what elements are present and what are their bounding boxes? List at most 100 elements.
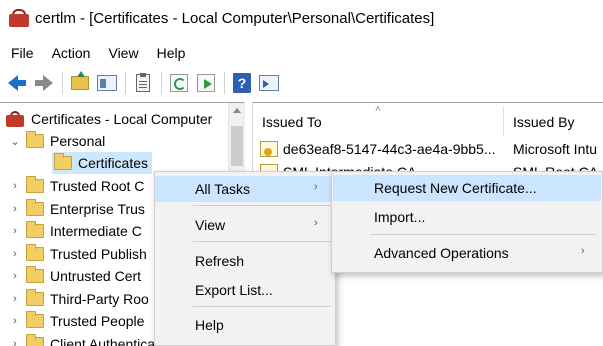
- up-one-level-button[interactable]: [69, 71, 91, 94]
- issued-to-cell: de63eaf8-5147-44c3-ae4a-9bb5...: [283, 141, 496, 157]
- expand-chevron-icon[interactable]: ›: [8, 293, 22, 305]
- tree-item-third-party-root[interactable]: › Third-Party Roo: [8, 288, 149, 310]
- tree-scroll-thumb[interactable]: [231, 126, 243, 166]
- folder-icon: [26, 244, 44, 261]
- tree-item-label: Personal: [50, 133, 106, 149]
- help-button[interactable]: ?: [231, 72, 253, 94]
- expand-chevron-icon[interactable]: ›: [8, 203, 22, 215]
- folder-icon: [26, 199, 44, 216]
- tree-item-label: Intermediate C: [50, 223, 142, 239]
- folder-icon: [26, 221, 44, 238]
- submenu-arrow-icon: ›: [314, 181, 318, 193]
- menu-view[interactable]: View: [98, 45, 146, 61]
- tree-root[interactable]: Certificates - Local Computer: [6, 108, 212, 130]
- expand-chevron-icon[interactable]: ›: [8, 248, 22, 260]
- column-header-issued-to[interactable]: Issued To: [262, 109, 322, 135]
- expand-chevron-icon[interactable]: ›: [8, 338, 22, 346]
- scroll-up-arrow-icon[interactable]: [233, 108, 241, 113]
- menu-bar: File Action View Help: [0, 42, 193, 64]
- tree-item-untrusted[interactable]: › Untrusted Cert: [8, 265, 141, 287]
- clipboard-button[interactable]: [132, 72, 154, 94]
- folder-icon: [26, 311, 44, 328]
- folder-icon: [26, 334, 44, 346]
- menu-item-view[interactable]: View: [155, 212, 335, 238]
- refresh-icon: [170, 74, 188, 92]
- tree-item-trusted-people[interactable]: › Trusted People: [8, 310, 144, 332]
- folder-icon: [26, 266, 44, 283]
- list-item[interactable]: de63eaf8-5147-44c3-ae4a-9bb5...: [260, 138, 496, 160]
- expand-chevron-icon[interactable]: ›: [8, 225, 22, 237]
- menu-item-all-tasks[interactable]: All Tasks: [155, 176, 335, 202]
- help-icon: ?: [233, 73, 251, 93]
- export-icon: [197, 74, 215, 92]
- submenu-arrow-icon: ›: [581, 245, 585, 257]
- menu-item-label: All Tasks: [195, 181, 250, 197]
- refresh-button[interactable]: [168, 72, 190, 94]
- title-bar: certlm - [Certificates - Local Computer\…: [0, 0, 603, 36]
- column-header-issued-by[interactable]: Issued By: [513, 109, 574, 135]
- expand-chevron-icon[interactable]: ›: [8, 315, 22, 327]
- issued-by-cell: Microsoft Intu: [513, 141, 598, 157]
- tree-item-label: Third-Party Roo: [50, 291, 149, 307]
- clipboard-icon: [136, 73, 150, 92]
- tree-item-label: Trusted Root C: [50, 178, 145, 194]
- menu-item-label: Request New Certificate...: [374, 180, 537, 196]
- menu-file[interactable]: File: [0, 45, 42, 61]
- back-icon: [8, 75, 26, 91]
- menu-item-refresh[interactable]: Refresh: [155, 248, 335, 274]
- tree-item-trusted-publishers[interactable]: › Trusted Publish: [8, 243, 147, 265]
- menu-item-export-list[interactable]: Export List...: [155, 277, 335, 303]
- menu-action[interactable]: Action: [42, 45, 99, 61]
- toolbar-separator: [125, 72, 126, 94]
- menu-help[interactable]: Help: [147, 45, 194, 61]
- tree-item-label: Trusted People: [50, 313, 145, 329]
- tree-item-label: Certificates: [78, 155, 149, 171]
- menu-item-import[interactable]: Import...: [333, 204, 601, 230]
- collapse-chevron-icon[interactable]: ⌄: [8, 135, 22, 148]
- menu-separator: [193, 241, 331, 242]
- expand-chevron-icon[interactable]: ›: [8, 270, 22, 282]
- back-button[interactable]: [6, 72, 28, 94]
- export-list-button[interactable]: [195, 72, 217, 94]
- menu-item-label: Import...: [374, 209, 426, 225]
- tree-item-enterprise-trust[interactable]: › Enterprise Trus: [8, 198, 145, 220]
- expand-chevron-icon[interactable]: ›: [8, 180, 22, 192]
- menu-item-label: Refresh: [195, 253, 245, 269]
- console-tree-icon: [97, 75, 117, 91]
- toolbar: ?: [0, 68, 603, 98]
- menu-item-label: Advanced Operations: [374, 245, 509, 261]
- tree-item-personal[interactable]: ⌄ Personal: [8, 130, 105, 152]
- certificate-icon: [260, 141, 278, 157]
- menu-separator: [370, 234, 596, 235]
- column-divider[interactable]: [503, 106, 504, 136]
- menu-separator: [193, 205, 331, 206]
- menu-item-label: View: [195, 217, 226, 233]
- menu-item-label: Export List...: [195, 282, 273, 298]
- tree-item-label: Enterprise Trus: [50, 201, 145, 217]
- menu-item-help[interactable]: Help: [155, 312, 335, 338]
- properties-button[interactable]: [258, 72, 280, 94]
- menu-item-request-new-certificate[interactable]: Request New Certificate...: [333, 175, 601, 201]
- folder-icon: [26, 131, 44, 148]
- menu-item-advanced-operations[interactable]: Advanced Operations: [333, 240, 601, 266]
- menu-separator: [193, 306, 331, 307]
- forward-button[interactable]: [33, 72, 55, 94]
- tree-root-label: Certificates - Local Computer: [31, 111, 213, 127]
- submenu-arrow-icon: ›: [314, 217, 318, 229]
- certlm-app-icon: [9, 9, 29, 27]
- toolbar-separator: [62, 72, 63, 94]
- properties-icon: [259, 75, 279, 91]
- certificates-root-icon: [6, 111, 26, 127]
- up-folder-icon: [71, 71, 89, 90]
- tree-item-trusted-root[interactable]: › Trusted Root C: [8, 175, 144, 197]
- tree-item-label: Untrusted Cert: [50, 268, 142, 284]
- menu-item-label: Help: [195, 317, 224, 333]
- folder-icon: [26, 289, 44, 306]
- toolbar-separator: [161, 72, 162, 94]
- show-hide-console-tree-button[interactable]: [96, 72, 118, 94]
- tree-item-intermediate[interactable]: › Intermediate C: [8, 220, 142, 242]
- sort-caret-icon: ˄: [375, 104, 381, 115]
- folder-icon: [54, 153, 72, 170]
- window-title: certlm - [Certificates - Local Computer\…: [35, 9, 435, 27]
- tree-item-certificates[interactable]: Certificates: [52, 152, 153, 174]
